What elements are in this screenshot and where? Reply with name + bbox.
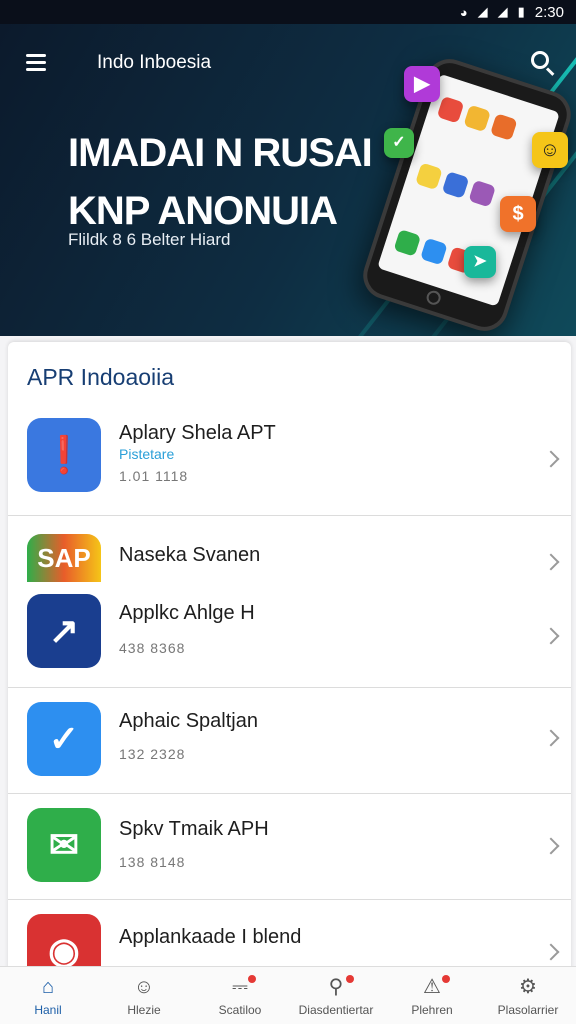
app-tag: Pistetare	[119, 446, 175, 462]
list-item[interactable]: ❗ Aplary Shela APT Pistetare 1.01 1118	[8, 402, 571, 516]
list-item[interactable]: ✉ Spkv Tmaik APH 138 8148	[8, 794, 571, 900]
status-bar: ◕ ◢ ◢ ▮ 2:30	[0, 0, 576, 24]
home-icon: ⌂	[41, 976, 55, 998]
phone-illustration	[357, 52, 576, 336]
wifi-icon: ◕	[459, 4, 468, 20]
bottom-nav: ⌂ Hanil ☺ Hlezie ⎓ Scatiloo ⚲ Diasdentie…	[0, 966, 576, 1024]
list-item[interactable]: ◉ Applankaade I blend	[8, 900, 571, 972]
app-name: Naseka Svanen	[119, 544, 261, 566]
signal-icon: ◢	[497, 4, 508, 19]
battery-icon: ▮	[517, 4, 525, 19]
arrow-icon: ➤	[464, 246, 496, 278]
app-title: Indo Inboesia	[97, 52, 212, 73]
chevron-right-icon	[542, 450, 560, 468]
section-title: APR Indoaoiia	[27, 364, 175, 390]
list-item[interactable]: SAP Naseka Svanen	[8, 516, 571, 590]
app-name: Aphaic Spaltjan	[119, 710, 258, 732]
dollar-icon: $	[500, 196, 536, 232]
chevron-right-icon	[542, 943, 560, 961]
chat-bubble-icon: ❗	[27, 418, 101, 492]
swoosh-icon: ✓	[27, 702, 101, 776]
notification-badge	[346, 975, 354, 983]
smile-icon: ☺	[532, 132, 568, 168]
nav-item-location[interactable]: ⚲ Diasdentiertar	[288, 967, 384, 1024]
chart-swoosh-icon: ↗	[27, 594, 101, 668]
hero-banner: Indo Inboesia IMADAI N RUSAI KNP ANONUIA…	[0, 24, 576, 336]
chevron-right-icon	[542, 627, 560, 645]
app-list-card: APR Indoaoiia ❗ Aplary Shela APT Pisteta…	[8, 342, 571, 972]
check-icon: ✓	[384, 128, 414, 158]
notification-badge	[248, 975, 256, 983]
chevron-right-icon	[542, 729, 560, 747]
app-name: Applankaade I blend	[119, 926, 302, 948]
signal-icon: ◢	[477, 4, 488, 19]
app-name: Spkv Tmaik APH	[119, 818, 269, 840]
settings-icon: ⚙	[519, 976, 537, 998]
app-meta: 438 8368	[119, 640, 186, 656]
people-icon: ☺	[133, 976, 155, 998]
target-icon: ◉	[27, 914, 101, 972]
search-icon[interactable]	[528, 48, 558, 78]
menu-button[interactable]	[26, 50, 54, 74]
chevron-right-icon	[542, 553, 560, 571]
list-item[interactable]: ↗ Applkc Ahlge H 438 8368	[8, 590, 571, 688]
app-meta: 132 2328	[119, 746, 186, 762]
nav-item-gift[interactable]: ⎓ Scatiloo	[192, 967, 288, 1024]
hero-subtitle: Flildk 8 6 Belter Hiard	[68, 230, 231, 249]
notification-badge	[442, 975, 450, 983]
app-meta: 1.01 1118	[119, 468, 189, 484]
chevron-right-icon	[542, 837, 560, 855]
app-name: Applkc Ahlge H	[119, 602, 255, 624]
list-item[interactable]: ✓ Aphaic Spaltjan 132 2328	[8, 688, 571, 794]
status-time: 2:30	[534, 3, 564, 21]
nav-item-people[interactable]: ☺ Hlezie	[96, 967, 192, 1024]
nav-item-bell[interactable]: ⚠ Plehren	[384, 967, 480, 1024]
sap-logo-icon: SAP	[27, 534, 101, 582]
hero-headline: IMADAI N RUSAI KNP ANONUIA	[68, 131, 373, 233]
app-name: Aplary Shela APT	[119, 422, 276, 444]
app-meta: 138 8148	[119, 854, 186, 870]
nav-item-home[interactable]: ⌂ Hanil	[0, 967, 96, 1024]
play-icon: ▶	[404, 66, 440, 102]
nav-item-settings[interactable]: ⚙ Plasolarrier	[480, 967, 576, 1024]
message-icon: ✉	[27, 808, 101, 882]
